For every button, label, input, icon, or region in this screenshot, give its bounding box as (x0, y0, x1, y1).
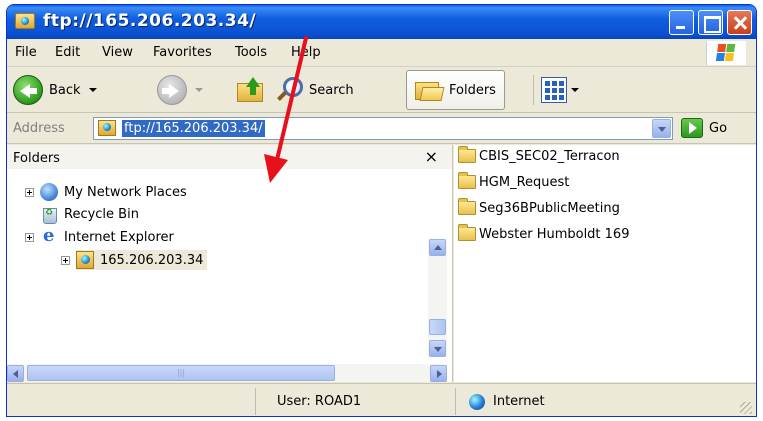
recycle-bin-icon (40, 205, 58, 224)
explorer-window: ftp://165.206.203.34/ File Edit View Fav… (6, 4, 757, 417)
status-bar: User: ROAD1 Internet (7, 383, 756, 416)
menu-edit[interactable]: Edit (55, 45, 80, 60)
back-button[interactable]: Back (13, 70, 97, 110)
folders-horizontal-scrollbar[interactable]: ||| (7, 364, 447, 382)
status-separator (255, 388, 256, 415)
menu-help[interactable]: Help (291, 45, 321, 60)
tree-item-label: 165.206.203.34 (100, 252, 204, 268)
status-user: User: ROAD1 (277, 394, 362, 409)
folders-pane-title: Folders (13, 151, 60, 166)
address-bar: Address ftp://165.206.203.34/ Go (7, 114, 756, 144)
window-title: ftp://165.206.203.34/ (43, 11, 257, 31)
folders-vertical-scrollbar[interactable] (428, 239, 447, 357)
menu-view[interactable]: View (102, 45, 133, 60)
views-dropdown-icon[interactable] (571, 88, 579, 92)
internet-explorer-icon (40, 225, 58, 246)
forward-arrow-icon (157, 75, 187, 105)
folder-icon (458, 146, 476, 163)
forward-dropdown-icon[interactable] (195, 88, 203, 92)
scrollbar-thumb[interactable]: ||| (27, 365, 335, 381)
expand-icon[interactable] (61, 255, 70, 265)
title-bar[interactable]: ftp://165.206.203.34/ (7, 5, 756, 39)
file-name: Seg36BPublicMeeting (479, 200, 620, 216)
close-button[interactable] (727, 10, 752, 35)
tree-item-recycle-bin[interactable]: Recycle Bin (40, 203, 139, 225)
expand-icon[interactable] (25, 232, 34, 242)
minimize-button[interactable] (669, 10, 694, 35)
scroll-up-icon[interactable] (429, 239, 446, 256)
scrollbar-thumb[interactable] (429, 319, 446, 335)
views-icon (541, 77, 567, 103)
search-icon (275, 75, 305, 105)
scroll-left-icon[interactable] (7, 365, 24, 382)
folders-pane: Folders × My Network Places Recycle Bin … (7, 145, 453, 382)
back-dropdown-icon[interactable] (88, 88, 97, 92)
address-label: Address (13, 121, 65, 136)
folders-label: Folders (449, 82, 496, 98)
folder-up-icon (237, 77, 267, 103)
network-places-icon (40, 183, 58, 201)
search-label: Search (309, 82, 354, 98)
folders-icon (415, 78, 445, 102)
windows-logo-icon (706, 41, 746, 65)
list-item[interactable]: CBIS_SEC02_Terracon (458, 145, 620, 167)
file-list: CBIS_SEC02_Terracon HGM_Request Seg36BPu… (454, 145, 756, 382)
scroll-right-icon[interactable] (430, 365, 447, 382)
tree-item-network-places[interactable]: My Network Places (25, 181, 187, 203)
address-dropdown-icon[interactable] (652, 119, 671, 138)
internet-zone-icon (469, 394, 485, 410)
tree-item-label: Recycle Bin (64, 206, 139, 222)
tree-item-ftp-site[interactable]: 165.206.203.34 (61, 249, 208, 271)
search-button[interactable]: Search (275, 70, 354, 110)
menu-tools[interactable]: Tools (235, 45, 267, 60)
ftp-folder-icon (15, 13, 35, 29)
list-item[interactable]: HGM_Request (458, 171, 569, 193)
resize-grip[interactable] (740, 402, 752, 414)
folders-button[interactable]: Folders (406, 70, 505, 110)
list-item[interactable]: Webster Humboldt 169 (458, 223, 629, 245)
toolbar-separator (533, 75, 534, 105)
folder-icon (458, 172, 476, 189)
status-separator (455, 388, 456, 415)
back-label: Back (49, 82, 81, 98)
toolbar: Back Search Folders (7, 67, 756, 113)
tree-item-label: My Network Places (64, 184, 187, 200)
folder-icon (458, 224, 476, 241)
file-name: Webster Humboldt 169 (479, 226, 630, 242)
close-folders-pane-button[interactable]: × (425, 147, 438, 166)
tree-item-internet-explorer[interactable]: Internet Explorer (25, 225, 174, 248)
go-arrow-icon[interactable] (681, 118, 703, 138)
address-input[interactable]: ftp://165.206.203.34/ (93, 117, 673, 140)
up-folder-button[interactable] (237, 70, 267, 110)
maximize-button[interactable] (698, 10, 723, 35)
list-item[interactable]: Seg36BPublicMeeting (458, 197, 620, 219)
file-name: HGM_Request (479, 174, 570, 190)
go-button[interactable]: Go (709, 121, 727, 136)
ftp-site-icon (76, 251, 94, 269)
file-name: CBIS_SEC02_Terracon (479, 148, 620, 164)
forward-button[interactable] (157, 70, 203, 110)
menu-file[interactable]: File (15, 45, 37, 60)
views-button[interactable] (541, 70, 579, 110)
folders-pane-header: Folders × (7, 145, 452, 169)
ftp-site-icon (98, 120, 116, 136)
scroll-down-icon[interactable] (429, 340, 446, 357)
address-value[interactable]: ftp://165.206.203.34/ (122, 120, 265, 137)
tree-item-label: Internet Explorer (64, 229, 174, 245)
status-zone: Internet (493, 394, 545, 409)
expand-icon[interactable] (25, 187, 34, 197)
menu-favorites[interactable]: Favorites (153, 45, 212, 60)
menu-bar: File Edit View Favorites Tools Help (7, 39, 756, 67)
back-arrow-icon (13, 75, 43, 105)
folder-icon (458, 198, 476, 215)
